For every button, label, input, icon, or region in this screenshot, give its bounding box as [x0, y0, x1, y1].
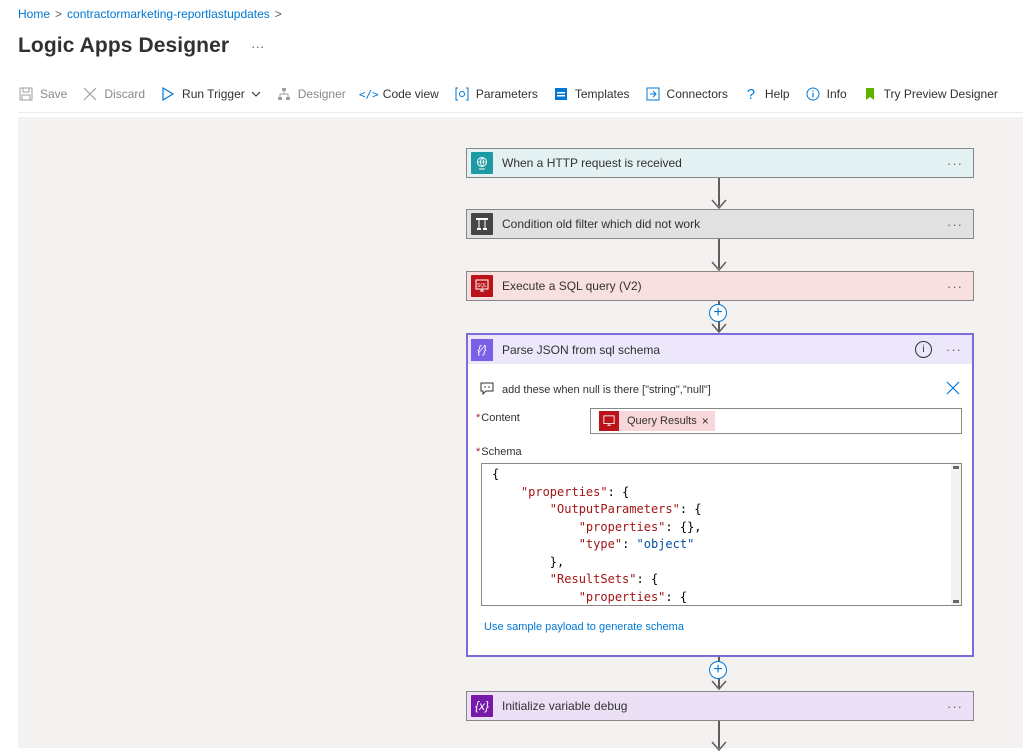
connectors-button[interactable]: Connectors [645, 86, 728, 102]
parse-json-header[interactable]: {⁄} Parse JSON from sql schema i ··· [468, 335, 972, 364]
help-label: Help [764, 87, 790, 101]
parse-json-icon: {⁄} [471, 338, 493, 361]
schema-scrollbar[interactable] [951, 464, 961, 605]
connectors-icon [645, 86, 661, 102]
more-options-button[interactable]: ··· [947, 156, 963, 171]
sample-payload-link[interactable]: Use sample payload to generate schema [484, 621, 684, 633]
content-label: *Content [476, 412, 520, 424]
sql-title: Execute a SQL query (V2) [502, 279, 642, 293]
breadcrumb-resource[interactable]: contractormarketing-reportlastupdates [67, 7, 270, 21]
templates-button[interactable]: Templates [553, 86, 630, 102]
parameters-button[interactable]: Parameters [454, 86, 538, 102]
more-options-button[interactable]: ··· [946, 342, 962, 357]
schema-code: { "properties": { "OutputParameters": { … [492, 467, 702, 604]
arrow-down-icon [711, 680, 727, 690]
discard-button[interactable]: Discard [82, 86, 145, 102]
save-icon [18, 86, 34, 102]
add-step-button[interactable]: + [709, 304, 727, 322]
parameters-label: Parameters [475, 87, 538, 101]
bookmark-icon [862, 86, 878, 102]
svg-text:SQL: SQL [477, 283, 487, 289]
globe-icon [471, 152, 493, 174]
code-view-button[interactable]: </> Code view [358, 86, 439, 102]
add-step-button[interactable]: + [709, 661, 727, 679]
arrow-down-icon [711, 261, 727, 271]
variable-icon: {x} [471, 695, 493, 717]
chevron-down-icon [251, 87, 261, 101]
query-results-token[interactable]: Query Results × [599, 411, 715, 431]
http-trigger-title: When a HTTP request is received [502, 156, 682, 170]
save-label: Save [40, 87, 68, 101]
designer-label: Designer [297, 87, 346, 101]
code-icon: </> [358, 87, 379, 101]
condition-icon [471, 213, 493, 235]
close-icon [82, 86, 98, 102]
more-options-button[interactable]: ··· [947, 217, 963, 232]
sql-icon [599, 411, 619, 431]
execute-sql-query-card[interactable]: SQL Execute a SQL query (V2) ··· [466, 271, 974, 301]
close-comment-button[interactable] [946, 379, 960, 400]
info-button[interactable]: Info [805, 86, 847, 102]
help-button[interactable]: ? Help [743, 85, 790, 103]
parse-json-card: {⁄} Parse JSON from sql schema i ··· add… [466, 333, 974, 657]
parse-json-title: Parse JSON from sql schema [502, 342, 661, 357]
breadcrumb-home[interactable]: Home [18, 7, 50, 21]
schema-editor[interactable]: { "properties": { "OutputParameters": { … [481, 463, 962, 606]
arrow-down-icon [711, 199, 727, 209]
save-button[interactable]: Save [18, 86, 67, 102]
http-request-trigger-card[interactable]: When a HTTP request is received ··· [466, 148, 974, 178]
code-view-label: Code view [382, 87, 439, 101]
templates-icon [553, 86, 569, 102]
try-preview-label: Try Preview Designer [883, 87, 998, 101]
more-options-button[interactable]: ··· [947, 699, 963, 714]
comment-icon [480, 382, 494, 398]
page-title: Logic Apps Designer [18, 34, 230, 57]
arrow-down-icon [711, 741, 727, 751]
info-icon[interactable]: i [915, 341, 932, 358]
info-label: Info [826, 87, 847, 101]
content-field[interactable]: Query Results × [590, 408, 962, 434]
run-trigger-label: Run Trigger [182, 87, 245, 101]
more-options-button[interactable]: ··· [947, 279, 963, 294]
breadcrumb-separator: > [55, 7, 63, 21]
connectors-label: Connectors [666, 87, 728, 101]
breadcrumb: Home > contractormarketing-reportlastupdat… [18, 7, 287, 21]
discard-label: Discard [104, 87, 146, 101]
parameters-icon [454, 86, 470, 102]
designer-icon [276, 86, 292, 102]
page-title-row: Logic Apps Designer ··· [18, 34, 264, 58]
toolbar: Save Discard Run Trigger Designer </> Cod… [18, 80, 1023, 113]
info-icon [805, 86, 821, 102]
schema-label: *Schema [476, 446, 522, 458]
templates-label: Templates [574, 87, 630, 101]
comment-text: add these when null is there ["string","… [502, 383, 711, 396]
token-label: Query Results [627, 415, 697, 427]
help-icon: ? [746, 85, 756, 103]
comment-row: add these when null is there ["string","… [480, 379, 960, 400]
condition-title: Condition old filter which did not work [502, 217, 701, 231]
page-more-button[interactable]: ··· [251, 39, 264, 54]
init-variable-title: Initialize variable debug [502, 699, 628, 713]
play-icon [160, 86, 176, 102]
breadcrumb-separator: > [274, 7, 282, 21]
remove-token-icon[interactable]: × [702, 414, 709, 428]
try-preview-designer-button[interactable]: Try Preview Designer [862, 86, 998, 102]
condition-card[interactable]: Condition old filter which did not work … [466, 209, 974, 239]
designer-button[interactable]: Designer [276, 86, 346, 102]
arrow-down-icon [711, 323, 727, 333]
run-trigger-button[interactable]: Run Trigger [160, 86, 261, 102]
sql-icon: SQL [471, 275, 493, 297]
initialize-variable-card[interactable]: {x} Initialize variable debug ··· [466, 691, 974, 721]
